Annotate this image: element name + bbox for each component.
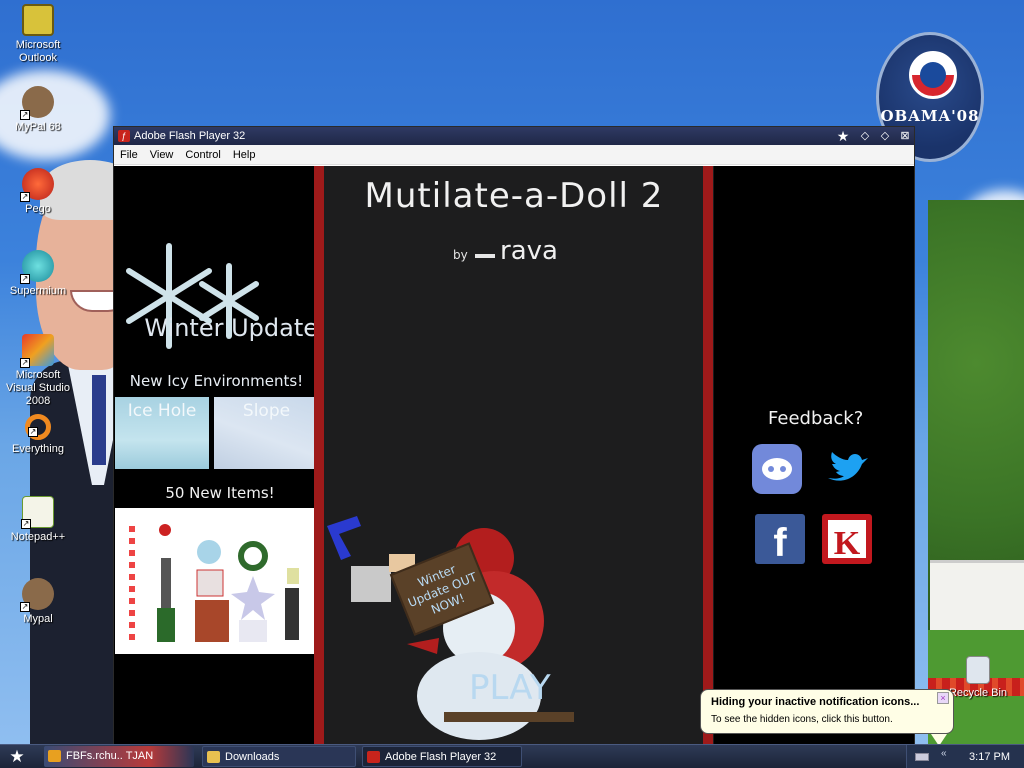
new-items-showcase[interactable]	[115, 508, 319, 654]
author-name: rava	[500, 236, 558, 266]
maximize-button[interactable]: ◇	[878, 129, 892, 143]
desktop-icon-label: Supermium	[9, 285, 67, 297]
new-environments-text: New Icy Environments!	[129, 372, 304, 390]
desktop-icon-label: Mypal	[23, 613, 53, 625]
by-label: by	[453, 248, 468, 262]
everything-icon: ↗	[25, 414, 51, 440]
desktop-icon-supermium[interactable]: ↗ Supermium	[0, 250, 76, 298]
menu-help[interactable]: Help	[227, 145, 262, 165]
desktop-icon-visual-studio[interactable]: ↗ Microsoft Visual Studio 2008	[0, 334, 76, 408]
notification-title: Hiding your inactive notification icons.…	[711, 696, 920, 708]
obama-emblem-icon	[909, 51, 957, 99]
taskbar-item-label: Downloads	[225, 751, 280, 763]
recycle-bin-icon	[966, 656, 990, 684]
right-red-border	[703, 166, 713, 744]
env-ice-hole-thumb[interactable]: Ice Hole	[115, 397, 209, 469]
discord-icon[interactable]	[752, 444, 802, 494]
wallpaper-building	[930, 560, 1024, 630]
outlook-icon	[22, 4, 54, 36]
supermium-icon: ↗	[20, 250, 54, 284]
desktop-icon-label: Pego	[25, 203, 51, 215]
minimize-button[interactable]: ◇	[858, 129, 872, 143]
window-titlebar[interactable]: ƒ Adobe Flash Player 32 ★ ◇ ◇ ⊠	[114, 127, 914, 145]
visual-studio-icon: ↗	[20, 334, 54, 368]
left-panel: Winter Update New Icy Environments! Ice …	[114, 166, 319, 744]
taskbar-item-label: Adobe Flash Player 32	[385, 751, 497, 763]
notepadpp-icon: ↗	[21, 496, 54, 529]
taskbar-item-label: FBFs.rchu.. TJAN	[66, 750, 154, 762]
env-slope-label: Slope	[242, 401, 291, 421]
notification-body: To see the hidden icons, click this butt…	[711, 714, 893, 725]
desktop-icon-label: Everything	[12, 443, 64, 455]
twitter-icon[interactable]	[822, 444, 872, 494]
svg-text:K: K	[834, 525, 861, 562]
pin-icon[interactable]: ★	[836, 129, 850, 143]
menu-file[interactable]: File	[114, 145, 144, 165]
taskbar: ★ FBFs.rchu.. TJAN Downloads Adobe Flash…	[0, 744, 1024, 768]
winter-update-heading: Winter Update	[144, 314, 318, 342]
svg-text:f: f	[773, 521, 787, 564]
start-button[interactable]: ★	[0, 745, 34, 768]
clock[interactable]: 3:17 PM	[969, 745, 1010, 768]
taskbar-item-flash-player[interactable]: Adobe Flash Player 32	[362, 746, 522, 767]
desktop-icon-label: Notepad++	[10, 531, 66, 543]
taskbar-item-fbfs[interactable]: FBFs.rchu.. TJAN	[44, 746, 194, 767]
notification-balloon[interactable]: Hiding your inactive notification icons.…	[700, 689, 954, 746]
flash-icon: ƒ	[118, 130, 130, 142]
menu-control[interactable]: Control	[179, 145, 226, 165]
desktop-icon-mypal68[interactable]: ↗ MyPal 68	[0, 86, 76, 134]
desktop-icon-label: Microsoft Outlook	[15, 39, 61, 64]
env-slope-thumb[interactable]: Slope	[214, 397, 319, 469]
obama-logo-text: OBAMA'08	[880, 107, 980, 125]
menu-view[interactable]: View	[144, 145, 180, 165]
flash-player-window: ƒ Adobe Flash Player 32 ★ ◇ ◇ ⊠ File View…	[113, 126, 915, 744]
desktop-icon-mypal[interactable]: ↗ Mypal	[0, 578, 76, 626]
menu-bar: File View Control Help	[114, 145, 914, 165]
new-items-text: 50 New Items!	[165, 484, 275, 502]
close-button[interactable]: ⊠	[898, 129, 912, 143]
items-illustration	[129, 522, 299, 642]
flash-icon	[367, 751, 380, 763]
author-dash	[475, 254, 495, 258]
notification-close-button[interactable]: ×	[937, 692, 949, 704]
play-button[interactable]: PLAY	[469, 668, 551, 708]
pego-icon: ↗	[20, 168, 54, 202]
feedback-heading: Feedback?	[768, 408, 864, 429]
env-ice-hole-label: Ice Hole	[127, 401, 197, 421]
folder-icon	[207, 751, 220, 763]
right-panel	[714, 166, 914, 744]
desktop-icon-label: Microsoft Visual Studio 2008	[5, 369, 70, 407]
window-title: Adobe Flash Player 32	[134, 130, 246, 142]
desktop-icon-pego[interactable]: ↗ Pego	[0, 168, 76, 216]
keyboard-icon[interactable]	[915, 753, 929, 761]
raccoon-icon: ↗	[20, 578, 54, 612]
desktop-icon-notepadpp[interactable]: ↗ Notepad++	[0, 496, 76, 544]
show-hidden-icons-chevron-icon[interactable]: «	[941, 748, 947, 759]
kongregate-icon[interactable]: K	[822, 514, 872, 564]
raccoon-icon: ↗	[20, 86, 54, 120]
desktop-icon-outlook[interactable]: Microsoft Outlook	[0, 4, 76, 65]
game-title: Mutilate-a-Doll 2	[364, 176, 664, 216]
desktop-icon-everything[interactable]: ↗ Everything	[0, 414, 76, 456]
facebook-icon[interactable]: f	[755, 514, 805, 565]
folder-icon	[48, 750, 61, 762]
game-stage[interactable]: Winter Update New Icy Environments! Ice …	[114, 166, 914, 744]
system-tray: « 3:17 PM	[906, 745, 1024, 768]
desktop-icon-label: MyPal 68	[15, 121, 61, 133]
taskbar-item-downloads[interactable]: Downloads	[202, 746, 356, 767]
